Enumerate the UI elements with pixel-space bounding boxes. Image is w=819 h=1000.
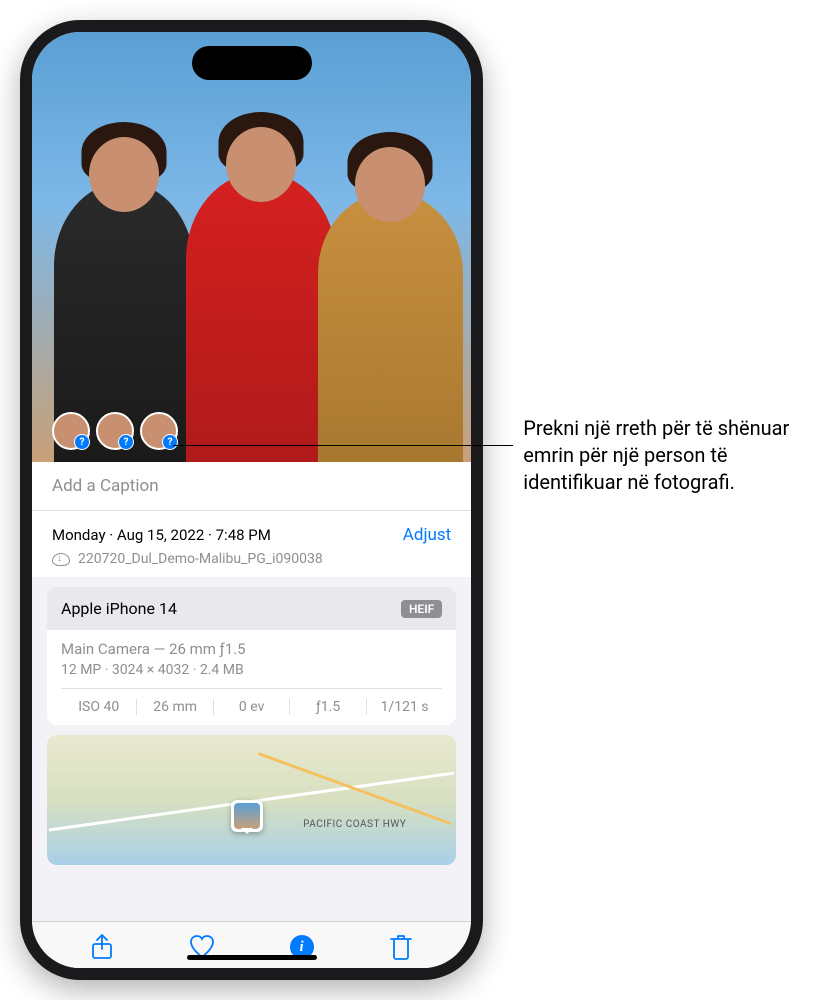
exif-focal: 26 mm <box>137 699 213 715</box>
bottom-toolbar: i <box>32 921 471 968</box>
phone-frame: ? ? ? Add a Caption Monday · Aug 15, 202… <box>20 20 483 980</box>
exif-shutter: 1/121 s <box>367 699 442 715</box>
unidentified-badge-icon: ? <box>74 434 90 450</box>
phone-screen: ? ? ? Add a Caption Monday · Aug 15, 202… <box>32 32 471 968</box>
exif-iso: ISO 40 <box>61 699 137 715</box>
camera-info-card: Apple iPhone 14 HEIF Main Camera — 26 mm… <box>47 587 456 725</box>
photo-subject <box>318 192 463 462</box>
location-map[interactable]: PACIFIC COAST HWY <box>47 735 456 865</box>
callout-line <box>173 445 513 446</box>
exif-aperture: ƒ1.5 <box>290 699 366 715</box>
exif-ev: 0 ev <box>214 699 290 715</box>
photo-subject <box>186 172 336 462</box>
unidentified-badge-icon: ? <box>162 434 178 450</box>
share-button[interactable] <box>89 934 115 960</box>
info-panel: Add a Caption Monday · Aug 15, 2022 · 7:… <box>32 462 471 921</box>
filename-label: 220720_Dul_Demo-Malibu_PG_i090038 <box>78 551 323 567</box>
adjust-button[interactable]: Adjust <box>403 525 451 545</box>
face-circle-2[interactable]: ? <box>96 412 134 450</box>
photo-viewer[interactable]: ? ? ? <box>32 32 471 462</box>
unidentified-badge-icon: ? <box>118 434 134 450</box>
format-badge: HEIF <box>401 600 442 618</box>
caption-input[interactable]: Add a Caption <box>32 462 471 511</box>
face-circle-1[interactable]: ? <box>52 412 90 450</box>
delete-button[interactable] <box>388 934 414 960</box>
home-indicator[interactable] <box>187 955 317 960</box>
date-time-label: Monday · Aug 15, 2022 · 7:48 PM <box>52 526 271 544</box>
map-road-decoration <box>257 752 450 825</box>
resolution-info-label: 12 MP · 3024 × 4032 · 2.4 MB <box>61 662 442 678</box>
callout-text: Prekni një rreth për të shënuar emrin pë… <box>523 416 789 494</box>
filename-row: 220720_Dul_Demo-Malibu_PG_i090038 <box>52 551 451 567</box>
dynamic-island <box>192 46 312 80</box>
map-photo-pin[interactable] <box>231 800 263 832</box>
lens-info-label: Main Camera — 26 mm ƒ1.5 <box>61 640 442 658</box>
face-detection-circles: ? ? ? <box>52 412 178 450</box>
exif-row: ISO 40 26 mm 0 ev ƒ1.5 1/121 s <box>61 688 442 715</box>
icloud-download-icon <box>52 553 70 566</box>
map-road-label: PACIFIC COAST HWY <box>303 819 406 830</box>
annotation-callout: Prekni një rreth për të shënuar emrin pë… <box>523 415 799 496</box>
date-section: Monday · Aug 15, 2022 · 7:48 PM Adjust 2… <box>32 511 471 577</box>
device-name-label: Apple iPhone 14 <box>61 599 177 618</box>
